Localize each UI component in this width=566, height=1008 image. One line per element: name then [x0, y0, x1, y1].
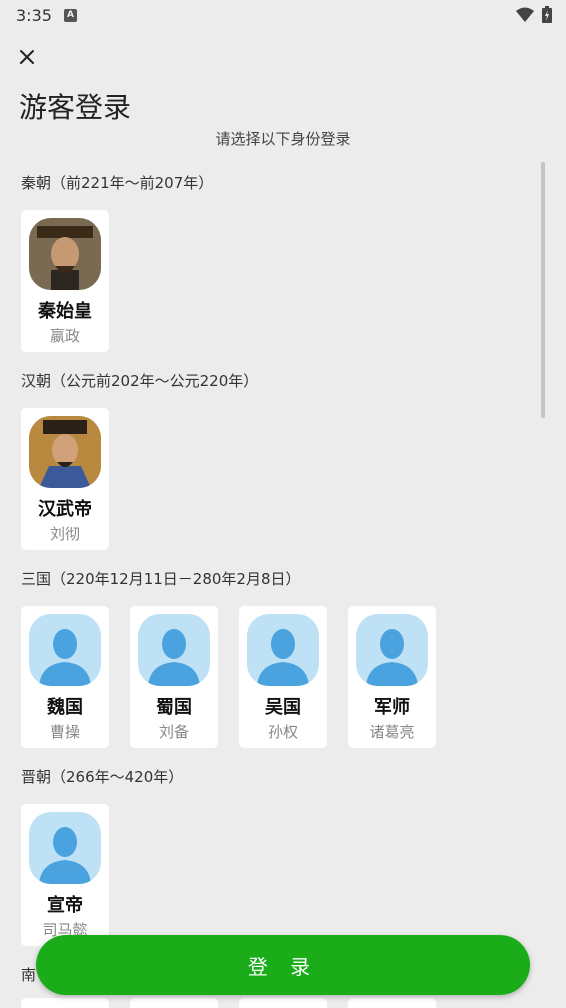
- card-name: 宣帝: [47, 895, 83, 916]
- section-jin: 晋朝（266年～420年） 宣帝 司马懿: [21, 764, 183, 946]
- default-avatar: [138, 614, 210, 686]
- person-icon: [39, 629, 91, 686]
- card-name: 军师: [374, 697, 410, 718]
- default-avatar: [29, 614, 101, 686]
- status-time: 3:35: [16, 5, 52, 25]
- card-name: 吴国: [265, 697, 301, 718]
- status-icons: [516, 6, 552, 23]
- section-three-kingdoms: 三国（220年12月11日－280年2月8日） 魏国 曹操 蜀国 刘备 吴国 孙…: [21, 566, 436, 748]
- card-subname: 曹操: [49, 723, 80, 741]
- identity-card-qinshihuang[interactable]: 秦始皇 嬴政: [21, 210, 109, 352]
- card-name: 蜀国: [156, 697, 192, 718]
- identity-card-wei[interactable]: 魏国 曹操: [21, 606, 109, 748]
- card-list: 汉武帝 刘彻: [21, 408, 258, 550]
- section-qin: 秦朝（前221年～前207年） 秦始皇 嬴政: [21, 170, 213, 352]
- person-icon: [257, 629, 309, 686]
- identity-card-shu[interactable]: 蜀国 刘备: [130, 606, 218, 748]
- card-subname: 刘彻: [49, 525, 80, 543]
- status-bar: 3:35 A: [0, 0, 566, 30]
- card-list: 宣帝 司马懿: [21, 804, 183, 946]
- section-title: 秦朝（前221年～前207年）: [21, 174, 214, 192]
- person-icon: [366, 629, 418, 686]
- section-han: 汉朝（公元前202年～公元220年） 汉武帝 刘彻: [21, 368, 258, 550]
- card-subname: 嬴政: [49, 327, 80, 345]
- identity-card-wu[interactable]: 吴国 孙权: [239, 606, 327, 748]
- default-avatar: [356, 614, 428, 686]
- portrait-qin-image: [29, 218, 101, 290]
- portrait-qin-avatar: [29, 218, 101, 290]
- card-subname: 刘备: [158, 723, 189, 741]
- card-name: 秦始皇: [38, 301, 92, 322]
- section-title: 三国（220年12月11日－280年2月8日）: [21, 570, 301, 588]
- page-title: 游客登录: [19, 91, 132, 124]
- card-subname: 孙权: [267, 723, 298, 741]
- identity-card-hanwudi[interactable]: 汉武帝 刘彻: [21, 408, 109, 550]
- card-list: [21, 998, 436, 1008]
- scrollbar[interactable]: [541, 162, 545, 418]
- close-icon: [20, 50, 34, 64]
- portrait-han-avatar: [29, 416, 101, 488]
- identity-card-xuandi[interactable]: 宣帝 司马懿: [21, 804, 109, 946]
- card-subname: 诸葛亮: [369, 723, 415, 741]
- notification-icon: A: [63, 8, 77, 22]
- person-icon: [39, 827, 91, 884]
- default-avatar: [247, 614, 319, 686]
- identity-card-partial[interactable]: [21, 998, 109, 1008]
- login-button[interactable]: 登 录: [36, 935, 530, 995]
- identity-card-partial[interactable]: [239, 998, 327, 1008]
- card-name: 汉武帝: [38, 499, 92, 520]
- portrait-han-image: [29, 416, 101, 488]
- section-title: 汉朝（公元前202年～公元220年）: [21, 372, 259, 390]
- page-subtitle: 请选择以下身份登录: [215, 130, 351, 148]
- identity-card-partial[interactable]: [130, 998, 218, 1008]
- identity-card-partial[interactable]: [348, 998, 436, 1008]
- default-avatar: [29, 812, 101, 884]
- close-button[interactable]: [14, 44, 40, 70]
- wifi-icon: [516, 7, 534, 22]
- battery-icon: [542, 6, 552, 23]
- card-list: 魏国 曹操 蜀国 刘备 吴国 孙权 军师 诸葛亮: [21, 606, 436, 748]
- card-name: 魏国: [47, 697, 83, 718]
- person-icon: [148, 629, 200, 686]
- section-title: 晋朝（266年～420年）: [21, 768, 184, 786]
- card-list: 秦始皇 嬴政: [21, 210, 213, 352]
- identity-card-strategist[interactable]: 军师 诸葛亮: [348, 606, 436, 748]
